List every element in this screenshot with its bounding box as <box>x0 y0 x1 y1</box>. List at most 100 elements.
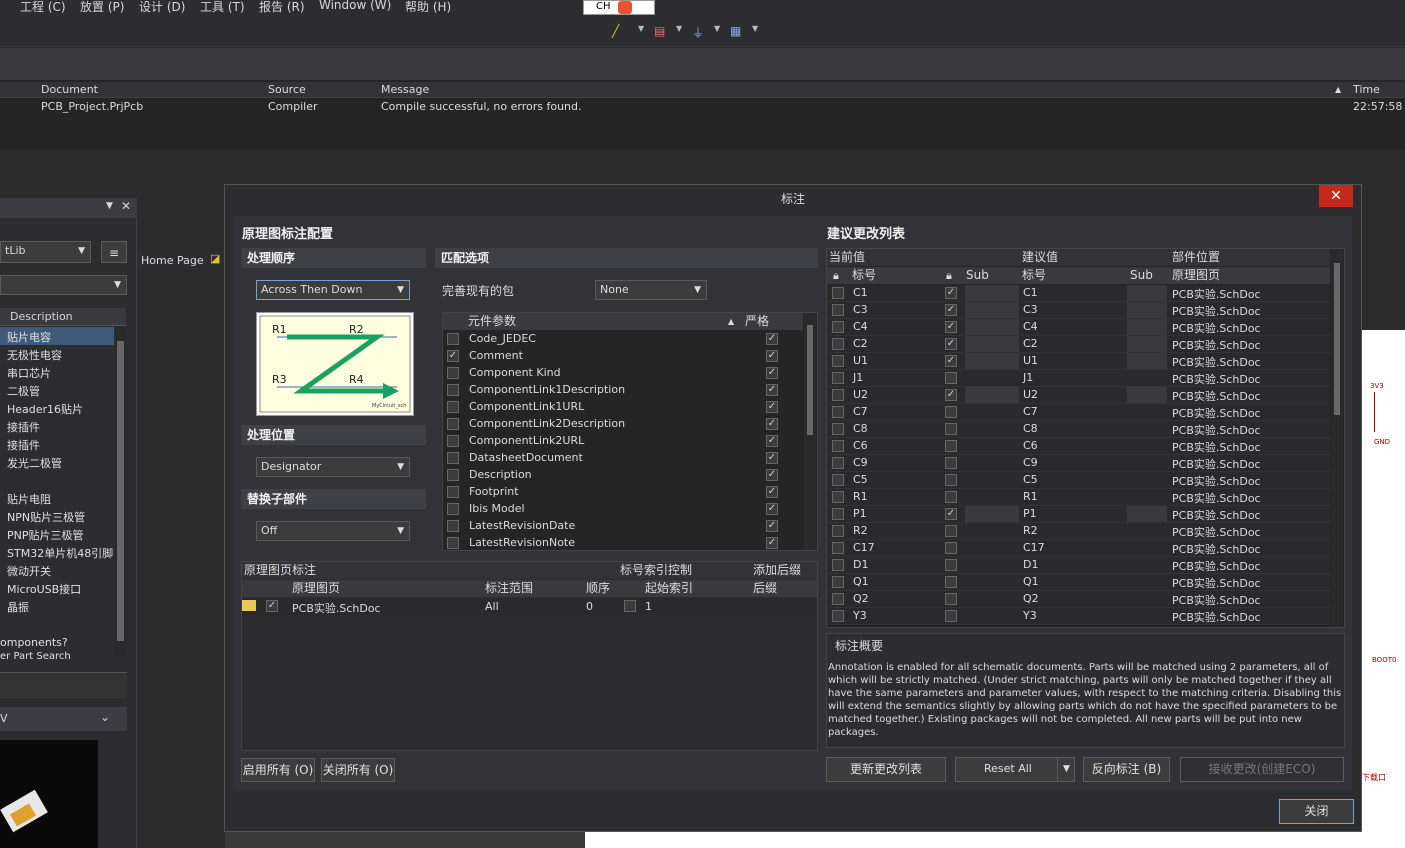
current-sub-lock-checkbox[interactable] <box>945 525 957 537</box>
library-item[interactable]: 发光二极管 <box>7 455 62 471</box>
current-sub-lock-checkbox[interactable] <box>945 610 957 622</box>
param-row[interactable]: Code_JEDEC <box>443 331 803 348</box>
strict-checkbox[interactable] <box>766 503 778 515</box>
sheet-order[interactable]: 0 <box>586 600 593 613</box>
power-tool-icon[interactable]: ⏚ <box>692 24 704 41</box>
library-item[interactable]: 接插件 <box>7 437 40 453</box>
current-lock-checkbox[interactable] <box>832 372 844 384</box>
reset-all-button[interactable]: Reset All ▼ <box>955 757 1075 782</box>
library-item[interactable]: NPN贴片三极管 <box>7 509 85 525</box>
param-row[interactable]: LatestRevisionDate <box>443 518 803 535</box>
scroll-thumb[interactable] <box>1334 263 1340 415</box>
proposed-row[interactable]: C2 C2 PCB实验.SchDoc <box>827 336 1330 353</box>
proposed-row[interactable]: J1 J1 PCB实验.SchDoc <box>827 370 1330 387</box>
proposed-row[interactable]: R1 R1 PCB实验.SchDoc <box>827 489 1330 506</box>
proposed-row[interactable]: C3 C3 PCB实验.SchDoc <box>827 302 1330 319</box>
library-item[interactable]: 晶振 <box>7 599 29 615</box>
chevron-down-icon[interactable]: ▼ <box>752 24 758 33</box>
sheet-scope[interactable]: All <box>485 600 499 613</box>
port-tool-icon[interactable]: ▤ <box>654 24 665 38</box>
current-lock-checkbox[interactable] <box>832 525 844 537</box>
proposed-row[interactable]: R2 R2 PCB实验.SchDoc <box>827 523 1330 540</box>
back-annotate-button[interactable]: 反向标注 (B) <box>1083 757 1170 782</box>
chevron-down-icon[interactable]: ▼ <box>638 24 644 33</box>
menu-help[interactable]: 帮助 (H) <box>405 0 451 15</box>
param-row[interactable]: Ibis Model <box>443 501 803 518</box>
param-row[interactable]: Component Kind <box>443 365 803 382</box>
chevron-down-icon[interactable]: ▼ <box>1057 758 1075 781</box>
enable-all-button[interactable]: 启用所有 (O) <box>241 758 315 782</box>
current-sub-lock-checkbox[interactable] <box>945 457 957 469</box>
strict-checkbox[interactable] <box>766 435 778 447</box>
current-sub-lock-checkbox[interactable] <box>945 287 957 299</box>
current-sub-lock-checkbox[interactable] <box>945 338 957 350</box>
proposed-row[interactable]: C4 C4 PCB实验.SchDoc <box>827 319 1330 336</box>
strict-checkbox[interactable] <box>766 537 778 549</box>
dialog-close-button[interactable]: ✕ <box>1319 185 1353 207</box>
proposed-row[interactable]: Q1 Q1 PCB实验.SchDoc <box>827 574 1330 591</box>
current-sub-lock-checkbox[interactable] <box>945 542 957 554</box>
current-sub-lock-checkbox[interactable] <box>945 440 957 452</box>
scroll-thumb[interactable] <box>807 325 813 435</box>
strict-checkbox[interactable] <box>766 384 778 396</box>
strict-checkbox[interactable] <box>766 333 778 345</box>
param-row[interactable]: Comment <box>443 348 803 365</box>
menu-reports[interactable]: 报告 (R) <box>259 0 305 15</box>
params-col-strict[interactable]: 严格 <box>745 313 769 330</box>
strict-checkbox[interactable] <box>766 350 778 362</box>
order-combo[interactable]: Across Then Down ▼ <box>256 280 410 300</box>
disable-all-button[interactable]: 关闭所有 (O) <box>321 758 395 782</box>
chevron-down-icon[interactable]: ▼ <box>676 24 682 33</box>
param-checkbox[interactable] <box>447 418 459 430</box>
current-sub-lock-checkbox[interactable] <box>945 321 957 333</box>
current-lock-checkbox[interactable] <box>832 389 844 401</box>
param-checkbox[interactable] <box>447 520 459 532</box>
proposed-scrollbar[interactable] <box>1331 249 1343 627</box>
schematic-canvas[interactable]: 3V3 GND BOOT0 下载口 <box>1362 330 1405 848</box>
library-item[interactable]: 接插件 <box>7 419 40 435</box>
strict-checkbox[interactable] <box>766 401 778 413</box>
update-list-button[interactable]: 更新更改列表 <box>826 757 946 782</box>
param-checkbox[interactable] <box>447 486 459 498</box>
sheet-start[interactable]: 1 <box>645 600 652 613</box>
proposed-row[interactable]: C17 C17 PCB实验.SchDoc <box>827 540 1330 557</box>
current-sub-lock-checkbox[interactable] <box>945 389 957 401</box>
menu-window[interactable]: Window (W) <box>319 0 391 12</box>
library-item[interactable]: STM32单片机48引脚 <box>7 545 113 561</box>
current-lock-checkbox[interactable] <box>832 355 844 367</box>
current-sub-lock-checkbox[interactable] <box>945 559 957 571</box>
replace-combo[interactable]: Off ▼ <box>256 521 410 541</box>
current-lock-checkbox[interactable] <box>832 474 844 486</box>
current-lock-checkbox[interactable] <box>832 508 844 520</box>
proposed-row[interactable]: C1 C1 PCB实验.SchDoc <box>827 285 1330 302</box>
col-designator[interactable]: 标号 <box>852 267 876 284</box>
proposed-row[interactable]: Y3 Y3 PCB实验.SchDoc <box>827 608 1330 625</box>
current-lock-checkbox[interactable] <box>832 440 844 452</box>
strict-checkbox[interactable] <box>766 520 778 532</box>
library-item[interactable]: 贴片电阻 <box>7 491 51 507</box>
library-item[interactable]: 贴片电容 <box>7 329 51 345</box>
param-checkbox[interactable] <box>447 384 459 396</box>
param-row[interactable]: Footprint <box>443 484 803 501</box>
current-sub-lock-checkbox[interactable] <box>945 474 957 486</box>
proposed-row[interactable]: C8 C8 PCB实验.SchDoc <box>827 421 1330 438</box>
current-lock-checkbox[interactable] <box>832 559 844 571</box>
current-sub-lock-checkbox[interactable] <box>945 406 957 418</box>
proposed-row[interactable]: Q2 Q2 PCB实验.SchDoc <box>827 591 1330 608</box>
sheet-col-suffix[interactable]: 后缀 <box>753 580 777 597</box>
accept-changes-button[interactable]: 接收更改(创建ECO) <box>1180 757 1344 782</box>
wire-tool-icon[interactable]: ╱ <box>612 24 619 38</box>
library-item[interactable]: 无极性电容 <box>7 347 62 363</box>
complete-packages-combo[interactable]: None ▼ <box>595 280 707 300</box>
description-header[interactable]: Description <box>0 308 126 326</box>
param-row[interactable]: ComponentLink1URL <box>443 399 803 416</box>
param-row[interactable]: DatasheetDocument <box>443 450 803 467</box>
strict-checkbox[interactable] <box>766 452 778 464</box>
sheet-col-sheet[interactable]: 原理图页 <box>292 580 340 597</box>
current-lock-checkbox[interactable] <box>832 542 844 554</box>
sheet-col-start[interactable]: 起始索引 <box>645 580 693 597</box>
library-item[interactable]: 微动开关 <box>7 563 51 579</box>
param-checkbox[interactable] <box>447 333 459 345</box>
sheet-row[interactable]: PCB实验.SchDoc All 0 1 <box>242 598 817 615</box>
param-row[interactable]: LatestRevisionNote <box>443 535 803 552</box>
